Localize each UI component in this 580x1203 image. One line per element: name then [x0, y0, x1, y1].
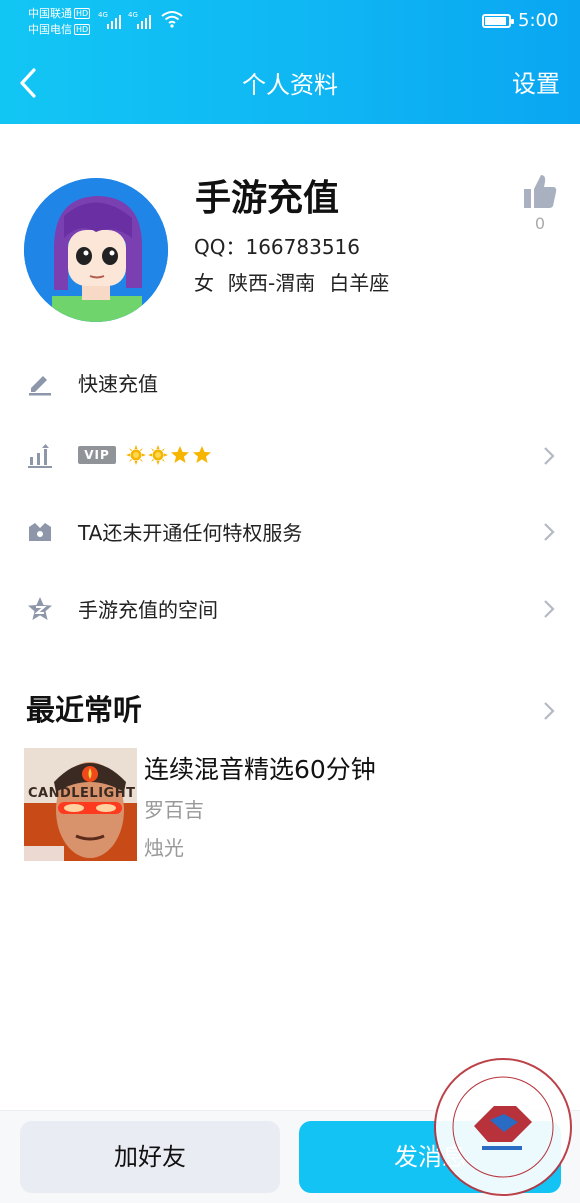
carrier-info: 中国联通 HD 中国电信 HD [28, 6, 91, 38]
watermark-logo [434, 1058, 572, 1196]
quick-recharge-label: 快速充值 [78, 372, 158, 396]
qzone-row[interactable]: 手游充值的空间 [0, 580, 580, 640]
profile-info: 女 陕西-渭南 白羊座 [194, 270, 389, 296]
profile-location: 陕西-渭南 [228, 271, 316, 295]
qq-number: QQ：166783516 [194, 235, 361, 259]
avatar-image [24, 178, 168, 322]
wifi-icon [161, 11, 183, 28]
vip-row[interactable]: VIP [0, 427, 580, 487]
vip-level-icons [126, 445, 212, 465]
chevron-right-icon [544, 447, 555, 465]
hd-badge: HD [74, 24, 91, 35]
carrier-1: 中国联通 [28, 7, 72, 20]
hd-badge: HD [74, 8, 91, 19]
battery-icon [482, 14, 514, 28]
sun-icon [148, 445, 168, 465]
album-cover[interactable]: CANDLELIGHT [24, 748, 137, 861]
signal-icon: 4G [98, 11, 122, 29]
header-bar: 中国联通 HD 中国电信 HD 4G 4G 5:00 个人资料 设置 [0, 0, 580, 124]
profile-name: 手游充值 [195, 178, 340, 219]
privilege-row[interactable]: TA还未开通任何特权服务 [0, 503, 580, 563]
recent-listening-title: 最近常听 [26, 693, 143, 727]
vip-badge: VIP [78, 446, 116, 464]
signal-indicators: 4G 4G [98, 11, 152, 29]
song-title[interactable]: 连续混音精选60分钟 [144, 754, 376, 786]
thumbs-up-icon[interactable] [522, 172, 558, 212]
quick-recharge-row[interactable]: 快速充值 [0, 354, 580, 414]
star-icon [171, 446, 189, 463]
chevron-right-icon[interactable] [542, 700, 556, 722]
nav-bar: 个人资料 设置 [0, 50, 580, 120]
sun-icon [126, 445, 146, 465]
page-title: 个人资料 [242, 71, 338, 99]
add-friend-button[interactable]: 加好友 [20, 1121, 280, 1193]
status-time: 5:00 [518, 10, 559, 31]
song-artist: 罗百吉 [144, 798, 204, 822]
qzone-star-icon [28, 597, 52, 620]
chevron-right-icon [544, 600, 555, 618]
pencil-icon [29, 376, 51, 396]
status-bar: 中国联通 HD 中国电信 HD 4G 4G 5:00 [0, 0, 580, 44]
crown-icon [29, 523, 51, 541]
star-icon [193, 446, 211, 463]
level-up-icon [28, 444, 52, 468]
signal-icon: 4G [128, 11, 152, 29]
qzone-label: 手游充值的空间 [78, 598, 218, 622]
like-count: 0 [534, 214, 546, 233]
settings-button[interactable]: 设置 [512, 69, 560, 99]
privilege-label: TA还未开通任何特权服务 [78, 521, 303, 545]
chevron-right-icon [544, 523, 555, 541]
album-cover-text: CANDLELIGHT [28, 786, 136, 801]
carrier-2: 中国电信 [28, 23, 72, 36]
album-cover-image [24, 748, 137, 861]
song-album: 烛光 [144, 836, 184, 860]
profile-zodiac: 白羊座 [329, 271, 390, 295]
profile-gender: 女 [194, 271, 214, 295]
avatar[interactable] [24, 178, 168, 322]
